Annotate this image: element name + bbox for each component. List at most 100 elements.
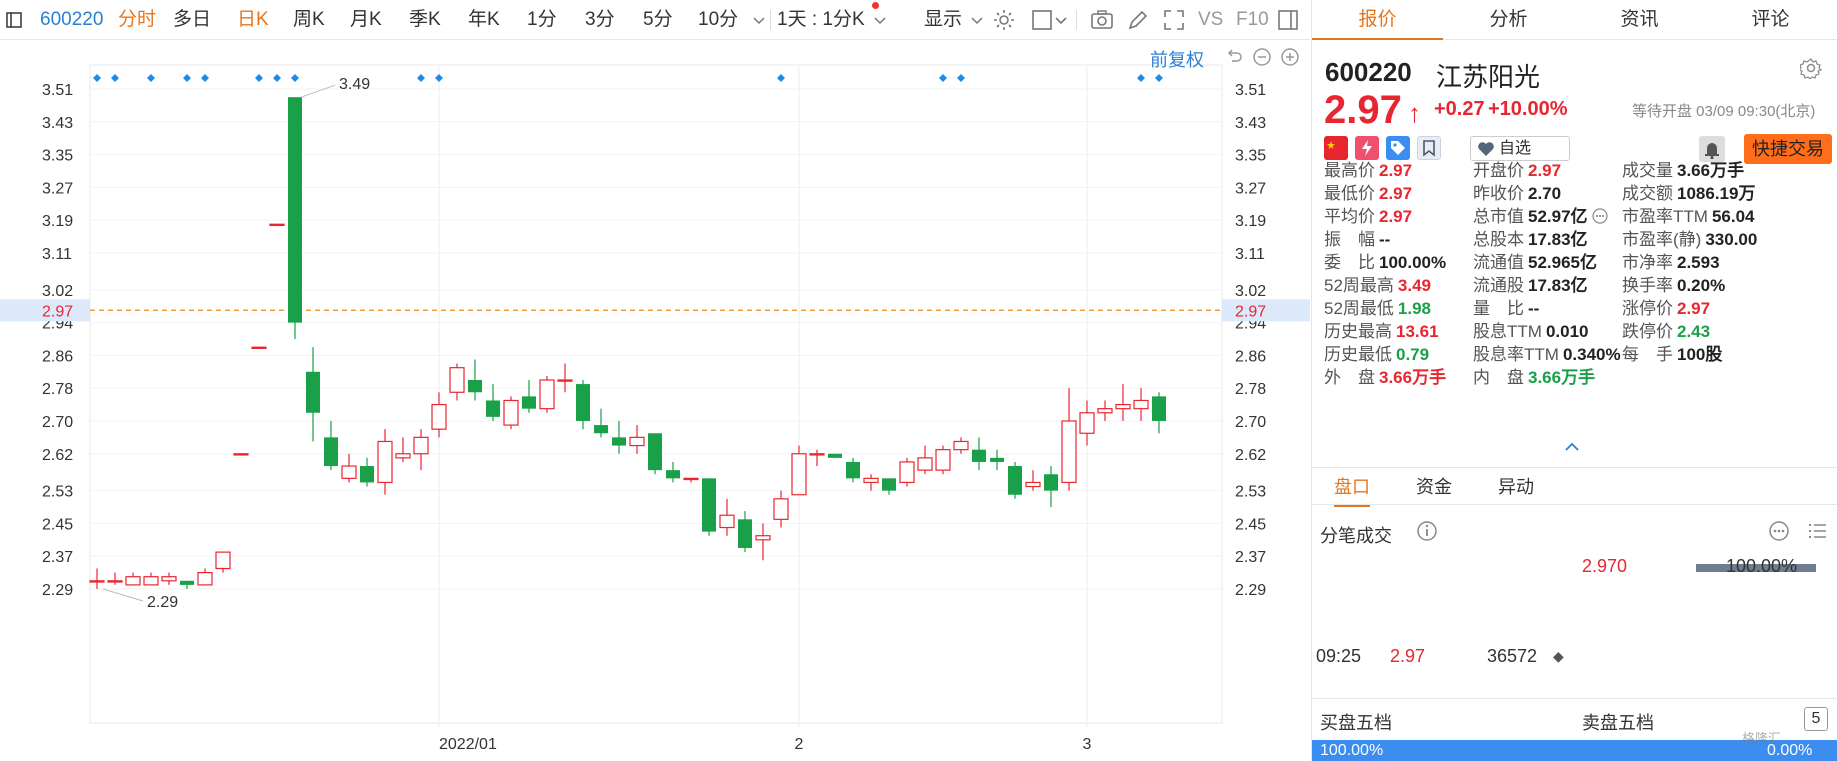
candle-body [324, 437, 338, 467]
settings-gear-icon[interactable] [992, 8, 1016, 32]
tab-10min[interactable]: 10分 [698, 0, 738, 40]
stat-item: 股息TTM 0.010 [1473, 317, 1588, 342]
zoom-out-icon[interactable] [1252, 47, 1272, 67]
event-marker [147, 74, 155, 82]
tab-comments[interactable]: 评论 [1705, 0, 1836, 40]
candle-body [629, 436, 645, 447]
camera-icon[interactable] [1090, 8, 1114, 32]
bookmark-icon[interactable] [1417, 136, 1441, 160]
sidebar-toggle-icon[interactable] [1276, 8, 1300, 32]
adjust-mode-link[interactable]: 前复权 [1150, 46, 1204, 72]
stat-item: 跌停价 2.43 [1622, 317, 1710, 342]
stat-label: 成交额 [1622, 184, 1673, 203]
undo-icon[interactable] [1224, 47, 1244, 67]
stat-value: 2.97 [1379, 207, 1413, 226]
high-annotation-label: 3.49 [339, 76, 370, 93]
stat-value: 2.43 [1677, 322, 1711, 341]
candle-body [935, 449, 951, 471]
event-marker [957, 74, 965, 82]
low-annotation-leader [102, 588, 144, 602]
tab-monthly-k[interactable]: 月K [350, 0, 382, 40]
more-options-icon[interactable] [1768, 520, 1790, 542]
gear-icon[interactable] [1800, 57, 1822, 79]
low-annotation-label: 2.29 [147, 594, 178, 611]
period-select[interactable]: 1天 : 1分K [777, 0, 886, 40]
y-tick-label-left: 2.62 [42, 447, 73, 464]
stat-item: 振 幅 -- [1324, 225, 1390, 250]
more-info-icon[interactable] [1591, 208, 1608, 224]
tab-yearly-k[interactable]: 年K [468, 0, 500, 40]
candle-body [468, 379, 482, 393]
pen-icon[interactable] [1126, 8, 1150, 32]
y-tick-label-right: 3.27 [1235, 180, 1266, 197]
candle-body [125, 576, 141, 586]
vs-compare-button[interactable]: VS [1198, 0, 1223, 40]
stat-item: 52周最高 3.49 [1324, 271, 1431, 296]
candle-body [180, 580, 194, 585]
panel-toggle-icon[interactable] [6, 0, 22, 40]
price-change: +0.27 [1434, 98, 1485, 120]
collapse-caret-icon[interactable] [1564, 442, 1580, 452]
candle-body [990, 457, 1004, 462]
quote-panel: 报价 分析 资讯 评论 600220 江苏阳光 2.97 ↑ +0.27 +10… [1311, 0, 1837, 761]
candle-body [341, 465, 357, 479]
candle-body [738, 519, 752, 549]
candle-body [306, 371, 320, 413]
event-marker [417, 74, 425, 82]
candle-body [899, 461, 915, 484]
tab-multi-day[interactable]: 多日 [173, 0, 211, 40]
candle-body [557, 379, 573, 382]
stat-value: 0.79 [1396, 345, 1430, 364]
stat-value: 0.010 [1545, 322, 1589, 341]
checkbox-icon[interactable] [1030, 8, 1054, 32]
candle-body [773, 498, 789, 520]
y-tick-label-left: 3.27 [42, 180, 73, 197]
stat-item: 昨收价 2.70 [1473, 179, 1561, 204]
tab-movements[interactable]: 异动 [1498, 468, 1534, 506]
candle-body [1025, 481, 1041, 488]
chevron-down-icon[interactable] [753, 0, 765, 40]
y-tick-label-right: 2.86 [1235, 348, 1266, 365]
stat-label: 市盈率(静) [1622, 230, 1702, 249]
tab-quarterly-k[interactable]: 季K [409, 0, 441, 40]
tab-1min[interactable]: 1分 [527, 0, 557, 40]
quick-trade-button[interactable]: 快捷交易 [1744, 134, 1832, 164]
y-tick-label-right: 2.62 [1235, 447, 1266, 464]
tab-weekly-k[interactable]: 周K [293, 0, 325, 40]
tab-capital-flow[interactable]: 资金 [1416, 468, 1452, 506]
y-tick-label-right: 2.45 [1235, 516, 1266, 533]
tab-quote[interactable]: 报价 [1312, 0, 1443, 40]
stat-label: 成交量 [1622, 161, 1673, 180]
display-menu[interactable]: 显示 [924, 0, 983, 40]
price-change-pct: +10.00% [1488, 98, 1568, 120]
list-view-icon[interactable] [1806, 520, 1828, 542]
y-tick-label-left: 2.78 [42, 381, 73, 398]
tab-daily-k[interactable]: 日K [237, 0, 269, 40]
kline-chart-area[interactable]: 3.51 3.51 3.43 3.43 3.35 3.35 3.27 3.27 3.19 3.19… [0, 41, 1310, 761]
stat-value: 3.66万手 [1677, 161, 1745, 180]
tab-fenshi[interactable]: 分时 [118, 0, 156, 40]
candle-body [719, 514, 735, 529]
tab-analysis[interactable]: 分析 [1443, 0, 1574, 40]
candle-body [233, 453, 249, 456]
tab-order-book[interactable]: 盘口 [1334, 468, 1370, 507]
fullscreen-icon[interactable] [1162, 8, 1186, 32]
f10-button[interactable]: F10 [1236, 0, 1269, 40]
stat-value: 2.70 [1528, 184, 1562, 203]
kline-chart[interactable]: 3.51 3.51 3.43 3.43 3.35 3.35 3.27 3.27 3.19 3.19… [0, 41, 1310, 761]
heart-icon [1478, 142, 1494, 156]
chevron-down-icon[interactable] [1054, 8, 1068, 32]
stat-label: 52周最低 [1324, 299, 1394, 318]
info-icon[interactable] [1416, 520, 1438, 542]
tab-5min[interactable]: 5分 [643, 0, 673, 40]
tab-news[interactable]: 资讯 [1574, 0, 1705, 40]
stock-code-link[interactable]: 600220 [40, 0, 103, 40]
depth-level-button[interactable]: 5 [1804, 707, 1828, 731]
stat-value: 100.00% [1379, 253, 1447, 272]
y-tick-label-right: 2.53 [1235, 484, 1266, 501]
y-tick-label-left: 2.37 [42, 549, 73, 566]
stat-label: 内 盘 [1473, 368, 1524, 387]
zoom-in-icon[interactable] [1280, 47, 1300, 67]
tab-3min[interactable]: 3分 [585, 0, 615, 40]
stat-item: 市净率 2.593 [1622, 248, 1720, 273]
